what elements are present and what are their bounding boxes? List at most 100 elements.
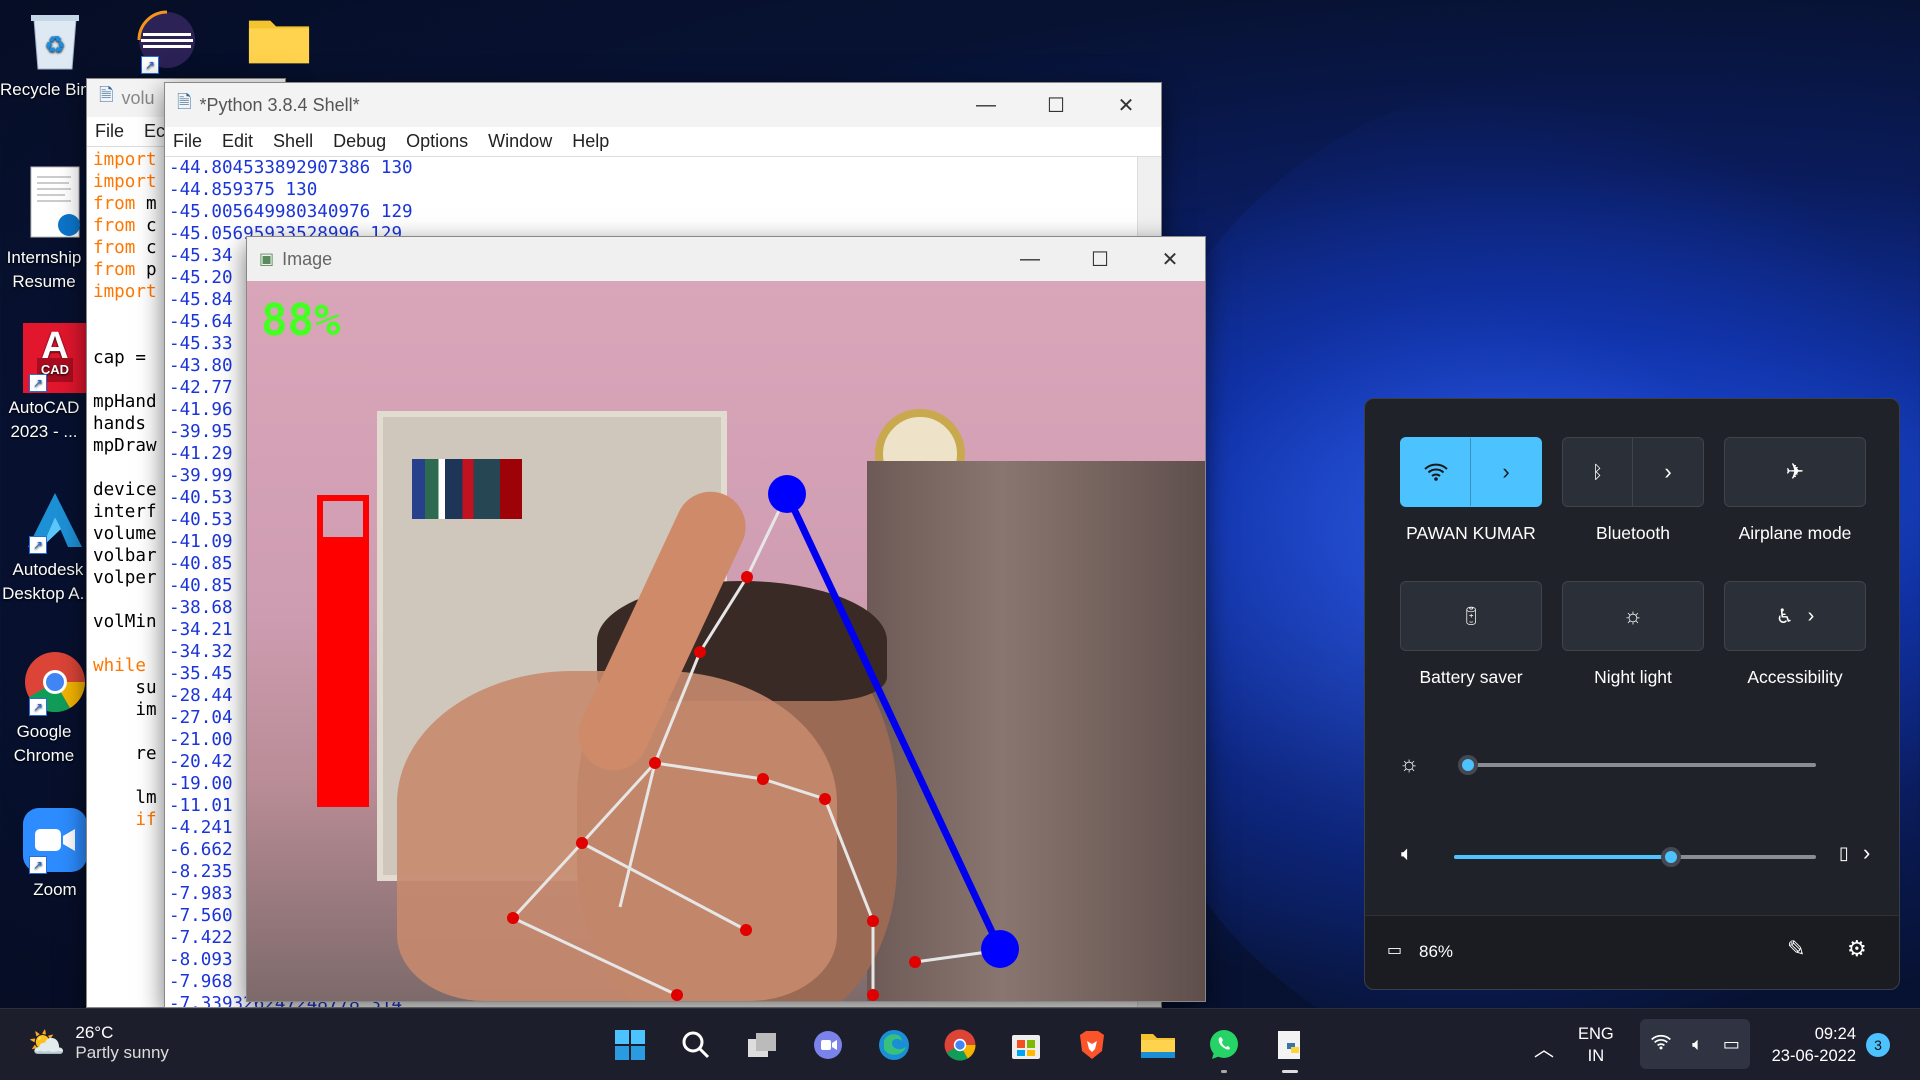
chevron-right-icon[interactable]: › <box>1471 438 1541 506</box>
settings-gear-icon[interactable]: ⚙ <box>1847 936 1867 962</box>
audio-output-icon[interactable]: ▯ <box>1839 843 1849 864</box>
menu-edit[interactable]: Edit <box>222 131 253 152</box>
whatsapp-icon[interactable] <box>1202 1023 1246 1073</box>
desktop-icon-folder[interactable] <box>224 8 334 78</box>
task-view-icon[interactable] <box>740 1023 784 1067</box>
close-icon[interactable]: ✕ <box>1091 83 1161 127</box>
image-title: Image <box>282 248 333 269</box>
menu-file[interactable]: File <box>95 121 124 142</box>
speaker-icon: 🔈︎ <box>1401 843 1413 865</box>
minimize-icon[interactable]: — <box>951 83 1021 127</box>
file-explorer-icon[interactable] <box>1136 1023 1180 1067</box>
clock-date: 23-06-2022 <box>1771 1047 1856 1065</box>
code-text: mpDraw <box>93 436 157 456</box>
language-indicator[interactable]: ENG IN <box>1578 1023 1614 1067</box>
python-file-icon: 🗎 <box>99 85 114 105</box>
close-icon[interactable]: ✕ <box>1135 237 1205 281</box>
chevron-right-icon[interactable]: › <box>1633 438 1703 506</box>
shell-menubar: File Edit Shell Debug Options Window Hel… <box>165 127 1161 157</box>
menu-window[interactable]: Window <box>488 131 552 152</box>
wifi-icon[interactable] <box>1401 438 1471 506</box>
weather-widget[interactable]: ⛅ 26°C Partly sunny <box>28 1023 169 1063</box>
code-keyword: from <box>93 238 136 258</box>
pdf-document-icon <box>23 164 87 240</box>
search-icon[interactable] <box>674 1023 718 1067</box>
desktop-icon-eclipse[interactable]: ↗ <box>112 8 222 78</box>
code-text: mpHand <box>93 392 157 412</box>
maximize-icon[interactable]: ☐ <box>1065 237 1135 281</box>
desktop-icon-label: Internship Resume <box>6 248 82 291</box>
chevron-up-icon[interactable]: ︿ <box>1534 1033 1554 1062</box>
shell-title: *Python 3.8.4 Shell* <box>199 94 360 115</box>
battery-status-icon: ▭ <box>1722 1033 1740 1054</box>
code-text: re <box>93 744 157 764</box>
hand-landmark-overlay <box>507 475 1019 1001</box>
region-code: IN <box>1587 1047 1605 1065</box>
python-idle-taskbar-icon[interactable] <box>1268 1023 1312 1073</box>
edit-pencil-icon[interactable]: ✎ <box>1787 936 1805 962</box>
volume-slider-thumb[interactable] <box>1661 847 1682 867</box>
menu-debug[interactable]: Debug <box>333 131 386 152</box>
code-text: volper <box>93 568 157 588</box>
shortcut-arrow-icon: ↗ <box>29 374 47 392</box>
code-text: volMin <box>93 612 157 632</box>
running-indicator <box>1221 1070 1227 1073</box>
microsoft-store-icon[interactable] <box>1004 1023 1048 1067</box>
volume-slider[interactable] <box>1454 847 1816 867</box>
battery-icon: ▭ <box>1387 942 1403 959</box>
code-text: hands <box>93 414 146 434</box>
code-keyword: while <box>93 656 146 676</box>
menu-edit[interactable]: Ec <box>144 121 165 142</box>
code-text: interf <box>93 502 157 522</box>
desktop-icon-label: Autodesk Desktop A... <box>2 560 94 603</box>
maximize-icon[interactable]: ☐ <box>1021 83 1091 127</box>
brave-icon[interactable] <box>1070 1023 1114 1067</box>
desktop-icon-label: Google Chrome <box>13 722 75 765</box>
airplane-mode-label: Airplane mode <box>1738 523 1852 543</box>
clock[interactable]: 09:24 23-06-2022 <box>1756 1023 1856 1067</box>
night-light-label: Night light <box>1594 667 1672 687</box>
language-code: ENG <box>1578 1025 1614 1043</box>
edge-icon[interactable] <box>872 1023 916 1067</box>
partly-sunny-icon: ⛅ <box>28 1026 66 1060</box>
battery-saver-tile[interactable]: 🔋︎ <box>1400 581 1542 651</box>
image-window[interactable]: ▣ Image — ☐ ✕ 88% <box>246 236 1206 1002</box>
minimize-icon[interactable]: — <box>995 237 1065 281</box>
chrome-taskbar-icon[interactable] <box>938 1023 982 1067</box>
chevron-right-icon: › <box>1807 604 1815 627</box>
menu-help[interactable]: Help <box>572 131 609 152</box>
eclipse-icon: ↗ <box>135 8 199 74</box>
wifi-status-icon <box>1650 1033 1672 1056</box>
system-tray-status[interactable]: 🔈︎ ▭ <box>1640 1019 1750 1069</box>
menu-file[interactable]: File <box>173 131 202 152</box>
desktop-icon-label: AutoCAD 2023 - ... <box>8 398 80 441</box>
brightness-slider-thumb[interactable] <box>1458 755 1478 775</box>
autocad-icon: A CAD ↗ <box>23 323 87 393</box>
bluetooth-icon[interactable]: ᛒ <box>1563 438 1633 506</box>
bluetooth-tile[interactable]: ᛒ › <box>1562 437 1704 507</box>
bluetooth-tile-label: Bluetooth <box>1596 523 1670 543</box>
code-text: c <box>135 238 157 258</box>
autodesk-icon: ↗ <box>23 488 87 554</box>
night-light-tile[interactable]: ☼ <box>1562 581 1704 651</box>
shell-titlebar[interactable]: 🗎 *Python 3.8.4 Shell* — ☐ ✕ <box>165 83 1161 127</box>
accessibility-tile[interactable]: ♿︎ › <box>1724 581 1866 651</box>
shortcut-arrow-icon: ↗ <box>29 698 47 716</box>
shell-output-line: -44.804533892907386 130 <box>169 158 413 178</box>
brightness-slider[interactable] <box>1458 755 1816 775</box>
chevron-right-icon[interactable]: › <box>1863 840 1870 866</box>
notification-badge[interactable]: 3 <box>1866 1033 1890 1057</box>
quick-settings-footer: ▭ 86% ✎ ⚙ <box>1365 915 1899 989</box>
teams-chat-icon[interactable] <box>806 1023 850 1067</box>
menu-shell[interactable]: Shell <box>273 131 313 152</box>
folder-icon <box>247 8 311 72</box>
wifi-tile[interactable]: › <box>1400 437 1542 507</box>
battery-saver-label: Battery saver <box>1419 667 1523 687</box>
menu-options[interactable]: Options <box>406 131 468 152</box>
battery-saver-icon: 🔋︎ <box>1459 605 1483 626</box>
volume-slider-fill <box>1454 855 1672 859</box>
start-button[interactable] <box>608 1023 652 1067</box>
airplane-mode-tile[interactable]: ✈ <box>1724 437 1866 507</box>
image-titlebar[interactable]: ▣ Image — ☐ ✕ <box>247 237 1205 281</box>
desktop-icon-label: Recycle Bin <box>0 80 88 99</box>
